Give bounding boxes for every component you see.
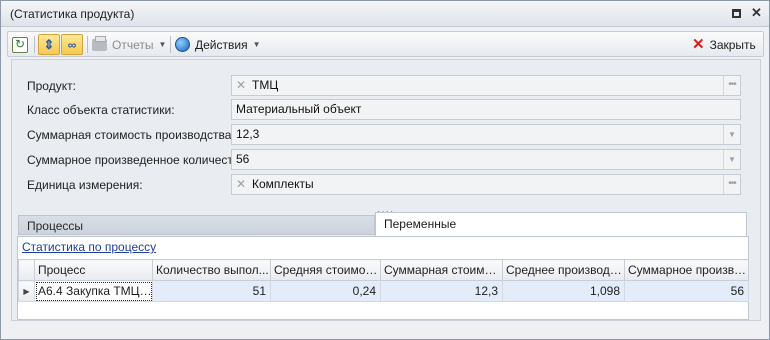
total-cost-row: Суммарная стоимость производства: 12,3 ▼ xyxy=(12,124,760,146)
toolbar-separator xyxy=(170,36,171,53)
reports-button[interactable]: Отчеты ▼ xyxy=(92,34,166,55)
total-cost-field[interactable]: 12,3 ▼ xyxy=(231,124,741,145)
processes-tab-content: Статистика по процессу Процесс Количеств… xyxy=(17,236,749,320)
reports-label: Отчеты xyxy=(112,37,154,52)
table-cell[interactable]: 0,24 xyxy=(270,280,381,302)
title-bar: (Статистика продукта) ✕ xyxy=(1,1,769,27)
toolbar-separator xyxy=(87,36,88,53)
unit-value: Комплекты xyxy=(252,177,314,191)
printer-icon xyxy=(92,35,107,51)
vertical-arrows-icon: ⇕ xyxy=(43,36,55,52)
grid-header-row: Процесс Количество выпол... Средняя стои… xyxy=(18,259,749,281)
process-grid: Процесс Количество выпол... Средняя стои… xyxy=(18,259,749,302)
tab-strip: Процессы Переменные xyxy=(18,212,751,236)
table-cell[interactable]: 51 xyxy=(152,280,271,302)
ellipsis-icon[interactable]: ••• xyxy=(723,76,740,95)
globe-icon xyxy=(175,37,190,52)
main-panel: Продукт: ✕ ТМЦ ••• Класс объекта статист… xyxy=(11,59,761,321)
chevron-down-icon[interactable]: ▼ xyxy=(723,150,740,169)
row-indicator-header xyxy=(18,259,35,281)
tab-variables[interactable]: Переменные xyxy=(375,212,747,236)
column-header[interactable]: Суммарное произве... xyxy=(624,259,749,281)
total-qty-value: 56 xyxy=(236,152,250,166)
table-cell[interactable]: 56 xyxy=(624,280,749,302)
table-cell[interactable]: 12,3 xyxy=(380,280,503,302)
table-cell[interactable]: 1,098 xyxy=(502,280,625,302)
ellipsis-icon[interactable]: ••• xyxy=(723,175,740,194)
tab-processes[interactable]: Процессы xyxy=(18,215,375,235)
restore-icon[interactable] xyxy=(732,9,741,18)
toolbar: ⇕ ∞ Отчеты ▼ Действия ▼ ✕ Закрыть xyxy=(7,31,764,57)
total-qty-label: Суммарное произведенное количество: xyxy=(27,153,250,167)
class-value: Материальный объект xyxy=(236,102,362,116)
class-label: Класс объекта статистики: xyxy=(27,103,175,117)
unit-label: Единица измерения: xyxy=(27,178,143,192)
refresh-icon xyxy=(12,36,28,53)
statistics-window: (Статистика продукта) ✕ ⇕ ∞ Отчеты ▼ Дей… xyxy=(0,0,770,340)
vertical-layout-button[interactable]: ⇕ xyxy=(38,34,60,55)
total-qty-field[interactable]: 56 ▼ xyxy=(231,149,741,170)
class-field[interactable]: Материальный объект xyxy=(231,99,741,120)
product-value: ТМЦ xyxy=(252,78,279,92)
total-cost-value: 12,3 xyxy=(236,127,260,141)
window-close-icon[interactable]: ✕ xyxy=(751,6,762,19)
row-indicator-icon: ▶ xyxy=(18,280,35,302)
actions-label: Действия xyxy=(195,37,248,52)
product-label: Продукт: xyxy=(27,79,76,93)
toolbar-separator xyxy=(34,36,35,53)
clear-icon[interactable]: ✕ xyxy=(236,175,246,194)
product-field[interactable]: ✕ ТМЦ ••• xyxy=(231,75,741,96)
unit-field[interactable]: ✕ Комплекты ••• xyxy=(231,174,741,195)
chevron-down-icon[interactable]: ▼ xyxy=(723,125,740,144)
chevron-down-icon: ▼ xyxy=(252,40,261,49)
link-button[interactable]: ∞ xyxy=(61,34,83,55)
clear-icon[interactable]: ✕ xyxy=(236,76,246,95)
link-icon: ∞ xyxy=(67,37,77,52)
close-label: Закрыть xyxy=(709,37,756,52)
product-row: Продукт: ✕ ТМЦ ••• xyxy=(12,75,760,97)
class-row: Класс объекта статистики: Материальный о… xyxy=(12,99,760,121)
column-header[interactable]: Суммарная стоимос... xyxy=(380,259,503,281)
total-cost-label: Суммарная стоимость производства: xyxy=(27,128,235,142)
total-qty-row: Суммарное произведенное количество: 56 ▼ xyxy=(12,149,760,171)
close-button[interactable]: ✕ Закрыть xyxy=(692,34,756,55)
chevron-down-icon: ▼ xyxy=(158,40,167,49)
refresh-button[interactable] xyxy=(12,34,28,55)
window-title: (Статистика продукта) xyxy=(10,7,135,21)
column-header[interactable]: Количество выпол... xyxy=(152,259,271,281)
column-header[interactable]: Процесс xyxy=(34,259,153,281)
table-cell[interactable]: A6.4 Закупка ТМЦ ... xyxy=(34,280,153,302)
close-icon: ✕ xyxy=(692,35,705,53)
unit-row: Единица измерения: ✕ Комплекты ••• xyxy=(12,174,760,196)
table-row[interactable]: ▶ A6.4 Закупка ТМЦ ... 51 0,24 12,3 1,09… xyxy=(18,280,749,302)
process-statistics-link[interactable]: Статистика по процессу xyxy=(22,240,156,254)
column-header[interactable]: Среднее производи... xyxy=(502,259,625,281)
actions-button[interactable]: Действия ▼ xyxy=(175,34,261,55)
column-header[interactable]: Средняя стоимос... xyxy=(270,259,381,281)
